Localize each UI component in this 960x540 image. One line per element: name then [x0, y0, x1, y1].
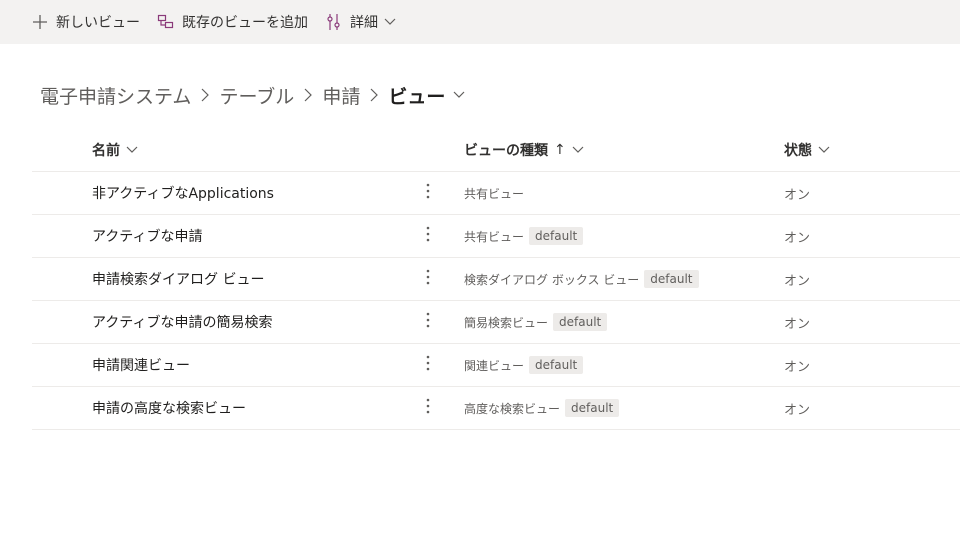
view-state: オン [784, 316, 811, 332]
view-type: 共有ビュー default [464, 215, 584, 257]
more-options-button[interactable] [418, 215, 438, 257]
table-row[interactable]: アクティブな申請の簡易検索 簡易検索ビュー default オン [32, 301, 960, 344]
default-badge: default [565, 399, 620, 417]
table-row[interactable]: 申請の高度な検索ビュー 高度な検索ビュー default オン [32, 387, 960, 430]
view-type-label: 共有ビュー [464, 186, 525, 201]
view-type: 関連ビュー default [464, 344, 584, 386]
breadcrumb-current-label: ビュー [388, 85, 446, 108]
view-state: オン [784, 359, 811, 375]
default-badge: default [529, 356, 584, 374]
new-view-label: 新しいビュー [56, 15, 140, 31]
chevron-down-icon [453, 91, 465, 99]
view-type-label: 高度な検索ビュー [464, 401, 561, 416]
table-body: 非アクティブなApplications 共有ビュー オン アクティブな申請 共有… [32, 172, 960, 430]
more-vertical-icon [426, 226, 430, 246]
view-state: オン [784, 273, 811, 289]
default-badge: default [553, 313, 608, 331]
more-options-button[interactable] [418, 387, 438, 429]
column-header-type[interactable]: ビューの種類 ↑ [464, 128, 584, 172]
view-name[interactable]: アクティブな申請 [92, 215, 202, 257]
settings-sliders-icon [324, 12, 344, 32]
breadcrumb-item-app[interactable]: 電子申請システム [40, 82, 191, 109]
column-header-label: 名前 [92, 143, 120, 159]
details-label: 詳細 [350, 15, 378, 31]
details-button[interactable]: 詳細 [324, 0, 396, 44]
column-header-label: 状態 [784, 143, 812, 159]
view-type: 簡易検索ビュー default [464, 301, 608, 343]
chevron-right-icon [370, 88, 379, 102]
chevron-right-icon [304, 88, 313, 102]
table-header: 名前 ビューの種類 ↑ 状態 [32, 128, 960, 172]
chevron-down-icon [572, 146, 584, 154]
view-type-label: 簡易検索ビュー [464, 315, 549, 330]
add-existing-view-label: 既存のビューを追加 [182, 15, 308, 31]
more-vertical-icon [426, 398, 430, 418]
more-vertical-icon [426, 269, 430, 289]
new-view-button[interactable]: 新しいビュー [30, 0, 140, 44]
default-badge: default [529, 227, 584, 245]
add-view-icon [156, 12, 176, 32]
sort-ascending-icon: ↑ [554, 142, 566, 158]
view-state: オン [784, 230, 811, 246]
view-type: 高度な検索ビュー default [464, 387, 620, 429]
view-type: 検索ダイアログ ボックス ビュー default [464, 258, 699, 300]
chevron-down-icon [818, 146, 830, 154]
more-options-button[interactable] [418, 301, 438, 343]
breadcrumb-item-table[interactable]: 申請 [322, 82, 360, 109]
table-row[interactable]: 非アクティブなApplications 共有ビュー オン [32, 172, 960, 215]
table-row[interactable]: 申請関連ビュー 関連ビュー default オン [32, 344, 960, 387]
chevron-down-icon [126, 146, 138, 154]
more-vertical-icon [426, 183, 430, 203]
more-options-button[interactable] [418, 344, 438, 386]
breadcrumb-current[interactable]: ビュー [388, 82, 465, 109]
more-vertical-icon [426, 312, 430, 332]
view-state: オン [784, 187, 811, 203]
column-header-state[interactable]: 状態 [784, 128, 830, 172]
table-row[interactable]: アクティブな申請 共有ビュー default オン [32, 215, 960, 258]
views-table: 名前 ビューの種類 ↑ 状態 非アクティブなApplications 共有ビュー… [32, 128, 960, 430]
view-name[interactable]: 非アクティブなApplications [92, 172, 274, 214]
view-name[interactable]: 申請の高度な検索ビュー [92, 387, 246, 429]
view-state: オン [784, 402, 811, 418]
chevron-down-icon [384, 18, 396, 26]
breadcrumb: 電子申請システム テーブル 申請 ビュー [40, 80, 465, 110]
command-bar: 新しいビュー 既存のビューを追加 詳細 [0, 0, 960, 44]
breadcrumb-item-tables[interactable]: テーブル [219, 82, 294, 109]
view-type-label: 検索ダイアログ ボックス ビュー [464, 272, 640, 287]
more-options-button[interactable] [418, 172, 438, 214]
more-vertical-icon [426, 355, 430, 375]
column-header-name[interactable]: 名前 [92, 128, 138, 172]
table-row[interactable]: 申請検索ダイアログ ビュー 検索ダイアログ ボックス ビュー default オ… [32, 258, 960, 301]
view-name[interactable]: 申請関連ビュー [92, 344, 190, 386]
more-options-button[interactable] [418, 258, 438, 300]
add-existing-view-button[interactable]: 既存のビューを追加 [156, 0, 308, 44]
view-type: 共有ビュー [464, 172, 524, 214]
chevron-right-icon [201, 88, 210, 102]
plus-icon [30, 12, 50, 32]
view-name[interactable]: 申請検索ダイアログ ビュー [92, 258, 264, 300]
view-type-label: 共有ビュー [464, 229, 525, 244]
view-type-label: 関連ビュー [464, 358, 525, 373]
view-name[interactable]: アクティブな申請の簡易検索 [92, 301, 272, 343]
column-header-label: ビューの種類 [464, 143, 548, 159]
default-badge: default [644, 270, 699, 288]
